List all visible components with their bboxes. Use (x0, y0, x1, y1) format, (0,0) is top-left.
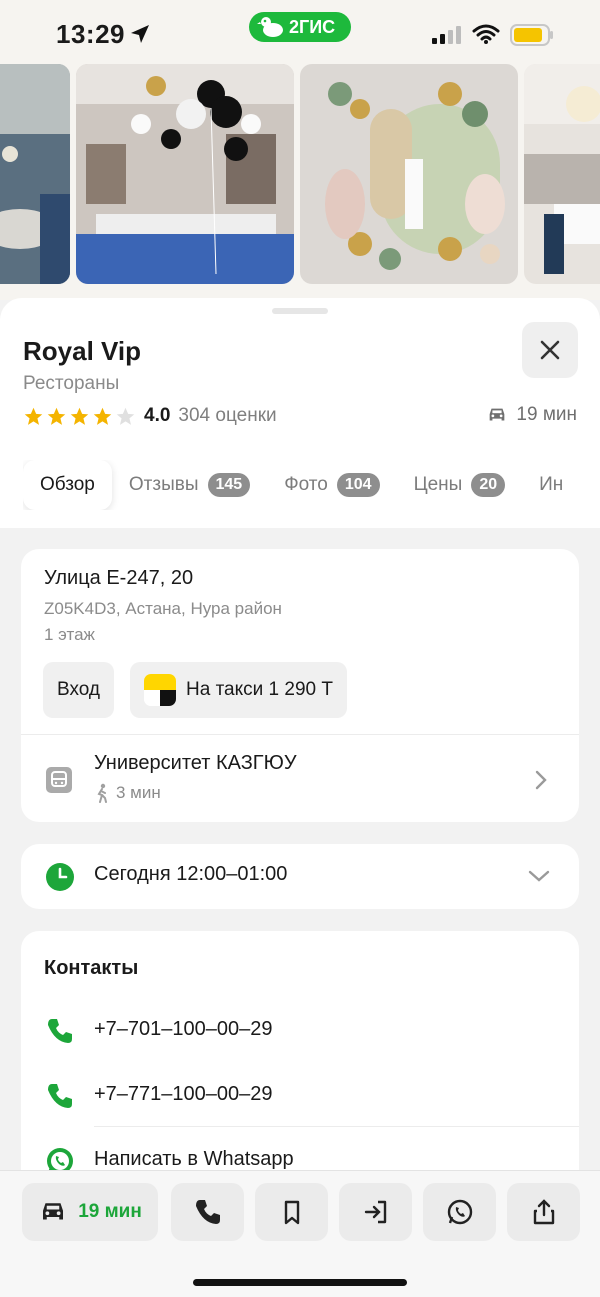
phone-icon (48, 1084, 72, 1108)
address-card: Улица Е-247, 20 Z05K4D3, Астана, Нура ра… (21, 549, 579, 822)
photo-carousel[interactable] (0, 64, 600, 300)
share-icon (533, 1199, 554, 1225)
transit-walk-time: 3 мин (116, 783, 161, 802)
place-title: Royal Vip (23, 336, 142, 366)
phone-icon (48, 1019, 72, 1043)
tab-reviews[interactable]: Отзывы 145 (112, 460, 267, 510)
hours-text: Сегодня 12:00–01:00 (94, 863, 288, 885)
app-return-pill[interactable]: 2ГИС (249, 12, 351, 42)
taxi-button[interactable]: На такси 1 290 Т (130, 662, 347, 718)
phone-number: +7‒701‒100‒00‒29 (94, 1018, 273, 1040)
call-button[interactable] (171, 1183, 244, 1241)
phone-icon (195, 1200, 220, 1224)
photo-black-white-balloons[interactable] (76, 64, 294, 284)
star-icon (24, 407, 43, 425)
status-bar: 13:29 2ГИС (0, 0, 600, 64)
whatsapp-icon (447, 1199, 472, 1225)
star-icon (47, 407, 66, 425)
login-arrow-icon (364, 1200, 386, 1224)
status-time: 13:29 (56, 19, 125, 49)
walking-icon (97, 783, 107, 803)
phone-row[interactable]: +7‒771‒100‒00‒29 (21, 1071, 579, 1121)
app-pill-label: 2ГИС (289, 16, 336, 37)
sheet-grabber[interactable] (272, 308, 328, 314)
star-icon (93, 407, 112, 425)
tab-info-label: Ин (539, 474, 564, 495)
share-button[interactable] (507, 1183, 580, 1241)
tab-prices-label: Цены (413, 474, 463, 495)
tab-prices-count: 20 (471, 473, 506, 497)
rating-value: 4.0 (144, 405, 171, 426)
cellular-signal-icon (432, 26, 461, 44)
whatsapp-button[interactable] (423, 1183, 496, 1241)
home-indicator[interactable] (193, 1279, 407, 1286)
tab-overview-label: Обзор (40, 474, 95, 495)
contacts-title: Контакты (44, 957, 139, 979)
divider (21, 734, 579, 735)
tab-photos-count: 104 (336, 473, 380, 497)
taxi-logo-icon (144, 674, 176, 706)
close-icon (540, 340, 560, 360)
tab-overview[interactable]: Обзор (23, 460, 112, 510)
place-sheet: Royal Vip Рестораны 4.0 304 оценки 19 ми… (0, 298, 600, 528)
transit-walk: 3 мин (94, 783, 161, 803)
wifi-icon (472, 24, 500, 44)
bookmark-icon (284, 1200, 299, 1225)
address-floor: 1 этаж (44, 625, 95, 644)
tab-prices[interactable]: Цены 20 (397, 460, 523, 510)
hours-card[interactable]: Сегодня 12:00–01:00 (21, 844, 579, 909)
tab-bar: Обзор Отзывы 145 Фото 104 Цены 20 Ин (23, 460, 600, 510)
location-arrow-icon (131, 25, 149, 43)
transit-stop-name[interactable]: Университет КАЗГЮУ (94, 752, 297, 775)
address-details: Z05K4D3, Астана, Нура район (44, 599, 282, 618)
chevron-down-icon[interactable] (527, 866, 551, 886)
phone-number: +7‒771‒100‒00‒29 (94, 1083, 273, 1105)
rating-stars (23, 406, 136, 427)
car-icon (490, 408, 505, 421)
entrance-route-button[interactable] (339, 1183, 412, 1241)
whatsapp-label: Написать в Whatsapp (94, 1148, 294, 1170)
drive-time[interactable]: 19 мин (486, 404, 577, 426)
tab-info[interactable]: Ин (522, 460, 580, 510)
route-button[interactable]: 19 мин (22, 1183, 158, 1241)
car-icon (43, 1203, 64, 1220)
tab-reviews-count: 145 (207, 473, 251, 497)
clock-icon (46, 863, 74, 891)
bookmark-button[interactable] (255, 1183, 328, 1241)
drive-time-label: 19 мин (516, 404, 577, 425)
chevron-right-icon[interactable] (533, 769, 549, 791)
rating-row[interactable]: 4.0 304 оценки (23, 404, 277, 428)
bus-stop-icon (46, 767, 72, 793)
divider (94, 1126, 579, 1127)
star-icon (70, 407, 89, 425)
place-category[interactable]: Рестораны (23, 373, 119, 395)
taxi-label: На такси 1 290 Т (186, 679, 333, 700)
tab-reviews-label: Отзывы (128, 474, 199, 495)
tab-photos-label: Фото (284, 474, 328, 495)
entrance-label: Вход (57, 679, 100, 700)
route-time-label: 19 мин (78, 1201, 142, 1222)
goose-logo-icon (257, 17, 283, 37)
photo-hall-chandelier[interactable] (524, 64, 600, 284)
bottom-action-bar: 19 мин (0, 1170, 600, 1297)
entrance-button[interactable]: Вход (43, 662, 114, 718)
tab-photos[interactable]: Фото 104 (267, 460, 396, 510)
battery-icon (510, 24, 553, 46)
close-button[interactable] (522, 322, 578, 378)
photo-birthday-balloon-arch[interactable] (300, 64, 518, 284)
phone-row[interactable]: +7‒701‒100‒00‒29 (21, 1006, 579, 1056)
star-icon (116, 407, 135, 425)
photo-hall-blue-chairs[interactable] (0, 64, 70, 284)
address-street[interactable]: Улица Е-247, 20 (44, 567, 193, 590)
rating-count: 304 оценки (178, 405, 277, 426)
